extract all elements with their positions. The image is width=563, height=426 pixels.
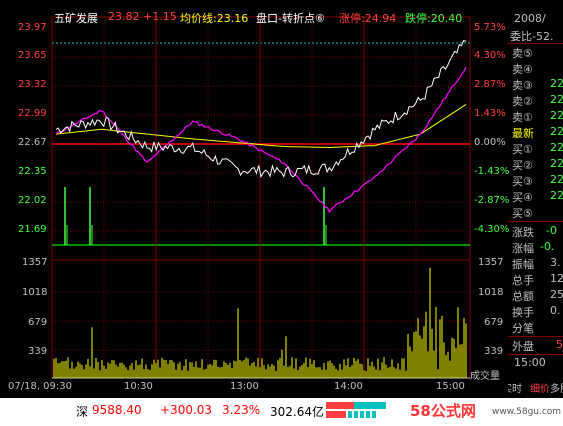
vol-tick: 339	[28, 346, 48, 357]
bid-3[interactable]: 买③	[512, 173, 533, 189]
bid-4[interactable]: 买④	[512, 189, 533, 205]
pankou-label[interactable]: 盘口-转折点⑥	[256, 10, 325, 26]
ask-2[interactable]: 卖②	[512, 93, 533, 109]
stat-turnover-value: 0.	[550, 304, 561, 317]
tab-realtime[interactable]: 实时	[508, 380, 522, 395]
limit-down-label: 跌停:20.40	[405, 12, 463, 25]
header-change: +1.15	[143, 10, 177, 23]
bid-2-value: 22	[550, 157, 563, 170]
vol-tick: 679	[484, 317, 504, 328]
ask-1[interactable]: 卖①	[512, 109, 533, 125]
pct-tick: -2.87%	[474, 195, 510, 206]
brand-url: www.58gu.com	[492, 407, 562, 417]
vol-tick: 679	[28, 317, 48, 328]
status-bar: 深 9588.40 +300.03 3.23% 302.64亿 58公式网 ww…	[0, 398, 563, 426]
price-tick: 22.35	[18, 166, 47, 177]
limit-up-label: 涨停:24.94	[339, 12, 397, 25]
pct-tick: -4.30%	[474, 224, 510, 235]
pct-tick: 1.43%	[474, 108, 506, 119]
quote-date: 2008/	[514, 12, 546, 25]
stat-turnover: 换手	[512, 306, 534, 319]
panel-divider	[508, 43, 563, 44]
header-price: 23.82	[108, 10, 140, 23]
index-turnover: 302.64亿	[270, 405, 324, 419]
ask-1-value: 22	[550, 109, 563, 122]
latest-value: 22	[550, 125, 563, 138]
quote-time: 15:00	[514, 356, 546, 369]
index-pct: 3.23%	[222, 403, 261, 417]
stat-change-value: -0	[546, 224, 557, 237]
time-tick: 14:00	[334, 381, 363, 392]
time-tick: 13:00	[230, 381, 259, 392]
price-tick: 22.99	[18, 108, 47, 119]
stat-amplitude-value: 3.	[550, 256, 561, 269]
bid-5[interactable]: 买⑤	[512, 205, 533, 221]
bid-2[interactable]: 买②	[512, 157, 533, 173]
stat-ticks: 分笔	[512, 322, 534, 335]
ask-2-value: 22	[550, 93, 563, 106]
stat-change: 涨跌	[512, 226, 534, 239]
latest-label: 最新	[512, 127, 534, 140]
pct-tick: 0.00%	[474, 137, 506, 148]
panel-divider	[508, 336, 563, 337]
price-tick: 23.32	[18, 79, 47, 90]
price-tick: 22.67	[18, 137, 47, 148]
vol-tick: 1018	[478, 287, 504, 298]
volume-label: 成交量	[470, 371, 500, 382]
ask-3[interactable]: 卖③	[512, 77, 533, 93]
bid-1-value: 22	[550, 141, 563, 154]
market-breadth-bar	[326, 402, 386, 418]
quote-panel: 2008/ 委比-52. 卖⑤ 卖④ 卖③ 卖② 卖① 22 22 22 最新 …	[508, 0, 563, 400]
panel-divider	[508, 354, 563, 355]
pct-tick: -1.43%	[474, 166, 510, 177]
ask-3-value: 22	[550, 77, 563, 90]
vol-tick: 1357	[22, 257, 48, 268]
stat-amount: 总额	[512, 290, 534, 303]
index-value: 9588.40	[92, 403, 142, 417]
pct-tick: 2.87%	[474, 79, 506, 90]
time-tick: 10:30	[124, 381, 153, 392]
stat-volume: 总手	[512, 274, 534, 287]
price-tick: 23.65	[18, 50, 47, 61]
brand-logo: 58公式网	[410, 402, 476, 420]
index-change: +300.03	[160, 403, 213, 417]
stat-amplitude: 振幅	[512, 258, 534, 271]
pct-tick: 5.73%	[474, 22, 506, 33]
ask-5[interactable]: 卖⑤	[512, 45, 533, 61]
stat-change-pct-value: -0.	[540, 240, 555, 253]
bid-1[interactable]: 买①	[512, 141, 533, 157]
bid-4-value: 22	[550, 189, 563, 202]
vol-tick: 339	[484, 346, 504, 357]
stat-amount-value: 25	[550, 288, 563, 301]
stock-name: 五矿发展	[54, 12, 98, 25]
stat-change-pct: 涨幅	[512, 242, 534, 255]
vol-tick: 1018	[22, 287, 48, 298]
price-tick: 22.02	[18, 195, 47, 206]
price-tick: 23.97	[18, 22, 47, 33]
weibi-label: 委比-52.	[510, 30, 554, 43]
avg-price-label: 均价线:23.16	[180, 12, 249, 25]
time-tick: 07/18, 09:30	[8, 381, 72, 392]
tab-multi[interactable]: 多股	[550, 380, 563, 395]
waipan-label: 外盘	[512, 340, 534, 353]
tab-detail[interactable]: 细价	[530, 380, 550, 395]
bid-3-value: 22	[550, 173, 563, 186]
index-name: 深	[76, 405, 89, 419]
waipan-value: 5	[556, 338, 563, 351]
price-tick: 21.69	[18, 224, 47, 235]
stat-volume-value: 12	[550, 272, 563, 285]
vol-tick: 1357	[478, 257, 504, 268]
time-tick: 15:00	[436, 381, 465, 392]
panel-divider	[508, 221, 563, 222]
pct-tick: 4.30%	[474, 50, 506, 61]
ask-4[interactable]: 卖④	[512, 61, 533, 77]
